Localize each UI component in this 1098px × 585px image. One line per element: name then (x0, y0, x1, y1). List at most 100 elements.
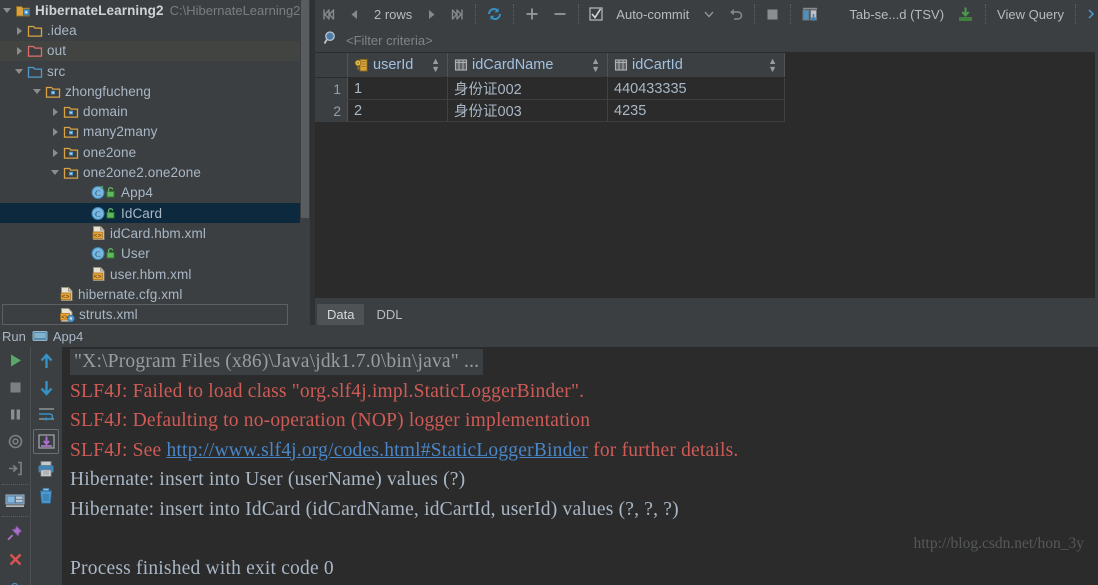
console-error-prefix: SLF4J: See (70, 439, 167, 461)
chevron-down-icon[interactable] (50, 167, 61, 178)
svg-text:<>: <> (62, 294, 70, 301)
soft-wrap-button[interactable] (31, 401, 61, 428)
tree-item-struts-xml[interactable]: <> struts.xml (0, 304, 300, 325)
tab-data[interactable]: Data (317, 304, 365, 325)
tree-item-hibernatelearning2[interactable]: HibernateLearning2 C:\HibernateLearning2 (0, 0, 300, 20)
rerun-button[interactable] (0, 347, 30, 374)
run-actions-gutter-right (30, 347, 62, 585)
autocommit-label[interactable]: Auto-commit (609, 7, 696, 22)
tree-item-label: zhongfucheng (65, 83, 152, 99)
down-the-stack-trace-button[interactable] (31, 374, 61, 401)
table-row[interactable]: 1 1 身份证002 440433335 (315, 78, 785, 100)
table-row[interactable]: 2 2 身份证003 4235 (315, 100, 785, 122)
tree-item-label: domain (83, 104, 128, 120)
print-button[interactable] (31, 455, 61, 482)
stop-icon[interactable] (759, 0, 786, 28)
grid-header-idcartid[interactable]: idCartId ▲ ▼ (608, 53, 785, 77)
sort-indicator-icon[interactable]: ▲ ▼ (768, 57, 777, 74)
console-line-error-with-link: SLF4J: See http://www.slf4j.org/codes.ht… (62, 436, 1098, 466)
cell-idcardname[interactable]: 身份证002 (448, 78, 608, 99)
tree-item-user-hbm-xml[interactable]: <> user.hbm.xml (0, 264, 300, 284)
reload-icon[interactable] (480, 0, 509, 28)
cell-idcartid[interactable]: 440433335 (608, 78, 785, 99)
tree-item-hibernate-cfg-xml[interactable]: <> hibernate.cfg.xml (0, 284, 300, 304)
last-page-icon[interactable] (444, 0, 471, 28)
stop-button[interactable] (0, 374, 30, 401)
tree-item-label: out (47, 43, 67, 59)
slf4j-codes-link[interactable]: http://www.slf4j.org/codes.html#StaticLo… (166, 440, 588, 461)
watermark-text: http://blog.csdn.net/hon_3y (913, 535, 1085, 552)
tree-item-idcard-hbm-xml[interactable]: <> idCard.hbm.xml (0, 223, 300, 243)
tree-item-user[interactable]: C User (0, 244, 300, 264)
chevron-right-icon[interactable] (14, 25, 25, 36)
chevron-down-icon[interactable] (696, 0, 722, 28)
cell-idcartid[interactable]: 4235 (608, 100, 785, 121)
tree-item-many2many[interactable]: many2many (0, 122, 300, 142)
tree-item-one2one2-one2one[interactable]: one2one2.one2one (0, 162, 300, 182)
chevron-down-icon[interactable] (32, 86, 43, 97)
tab-ddl[interactable]: DDL (366, 304, 412, 325)
tree-item-app4[interactable]: C App4 (0, 183, 300, 203)
tree-item-domain[interactable]: domain (0, 101, 300, 121)
row-count-label: 2 rows (374, 6, 413, 22)
chevron-right-icon[interactable] (50, 106, 61, 117)
cell-userid[interactable]: 2 (348, 100, 448, 121)
rollback-icon[interactable] (722, 0, 750, 28)
chevron-right-icon[interactable] (50, 126, 61, 137)
run-tab-app4[interactable]: App4 (32, 329, 83, 344)
up-the-stack-trace-button[interactable] (31, 347, 61, 374)
minus-icon[interactable] (546, 0, 574, 28)
tree-item-label: one2one2.one2one (83, 165, 201, 181)
tree-item-label: hibernate.cfg.xml (78, 286, 183, 302)
filter-input[interactable] (346, 32, 1098, 48)
export-format-label[interactable]: Tab-se...d (TSV) (842, 7, 951, 22)
tree-item-idcard[interactable]: C IdCard (0, 202, 300, 224)
prev-page-icon[interactable] (342, 0, 367, 28)
cell-userid[interactable]: 1 (348, 78, 448, 99)
pause-button[interactable] (0, 401, 30, 428)
tree-item-src[interactable]: src (0, 61, 300, 81)
pin-tab-button[interactable] (0, 519, 30, 546)
project-tree-scrollbar-thumb[interactable] (301, 0, 309, 218)
database-console-panel: 2 rows Auto-commit Tab-se...d (TSV) View… (315, 0, 1098, 325)
tree-item-label: src (47, 63, 66, 79)
data-transfer-icon[interactable] (795, 0, 825, 28)
filter-bar[interactable] (315, 28, 1098, 53)
row-number: 1 (315, 78, 348, 99)
clear-all-button[interactable] (31, 482, 61, 509)
package-icon (45, 84, 61, 99)
tree-item-idea[interactable]: .idea (0, 20, 300, 40)
sort-indicator-icon[interactable]: ▲ ▼ (591, 57, 600, 74)
restore-layout-button[interactable] (0, 487, 30, 514)
export-icon[interactable] (951, 0, 981, 28)
first-page-icon[interactable] (315, 0, 342, 28)
project-tree[interactable]: HibernateLearning2 C:\HibernateLearning2.… (0, 0, 300, 325)
svg-text:<>: <> (94, 233, 102, 240)
tree-item-out[interactable]: out (0, 40, 300, 61)
view-query-button[interactable]: View Query (990, 7, 1071, 22)
scroll-to-end-button[interactable] (31, 428, 61, 455)
chevron-down-icon[interactable] (14, 66, 25, 77)
grid-header-idcardname[interactable]: idCardName ▲ ▼ (448, 53, 608, 77)
xml-icon: <> (91, 266, 106, 282)
plus-icon[interactable] (518, 0, 546, 28)
package-icon (63, 104, 79, 119)
close-button[interactable] (0, 546, 30, 573)
grid-header-userid[interactable]: userId ▲ ▼ (348, 53, 448, 77)
cell-idcardname[interactable]: 身份证003 (448, 100, 608, 121)
chevron-down-icon[interactable] (2, 5, 13, 16)
autocommit-checkbox[interactable] (583, 0, 609, 28)
tree-item-one2one[interactable]: one2one (0, 142, 300, 162)
toolbar-separator (578, 4, 580, 24)
next-page-icon[interactable] (419, 0, 444, 28)
dump-threads-button[interactable] (0, 428, 30, 455)
resume-program-button[interactable] (0, 455, 30, 482)
chevron-right-icon[interactable] (14, 45, 25, 56)
console-line-command: "X:\Program Files (x86)\Java\jdk1.7.0\bi… (62, 347, 1098, 377)
sort-indicator-icon[interactable]: ▲ ▼ (431, 57, 440, 74)
result-grid[interactable]: userId ▲ ▼ idCardName ▲ ▼ idCartId ▲ ▼ 1… (315, 53, 785, 122)
tree-item-zhongfucheng[interactable]: zhongfucheng (0, 81, 300, 101)
chevron-right-icon[interactable] (50, 147, 61, 158)
help-button[interactable]: ? (0, 573, 30, 585)
